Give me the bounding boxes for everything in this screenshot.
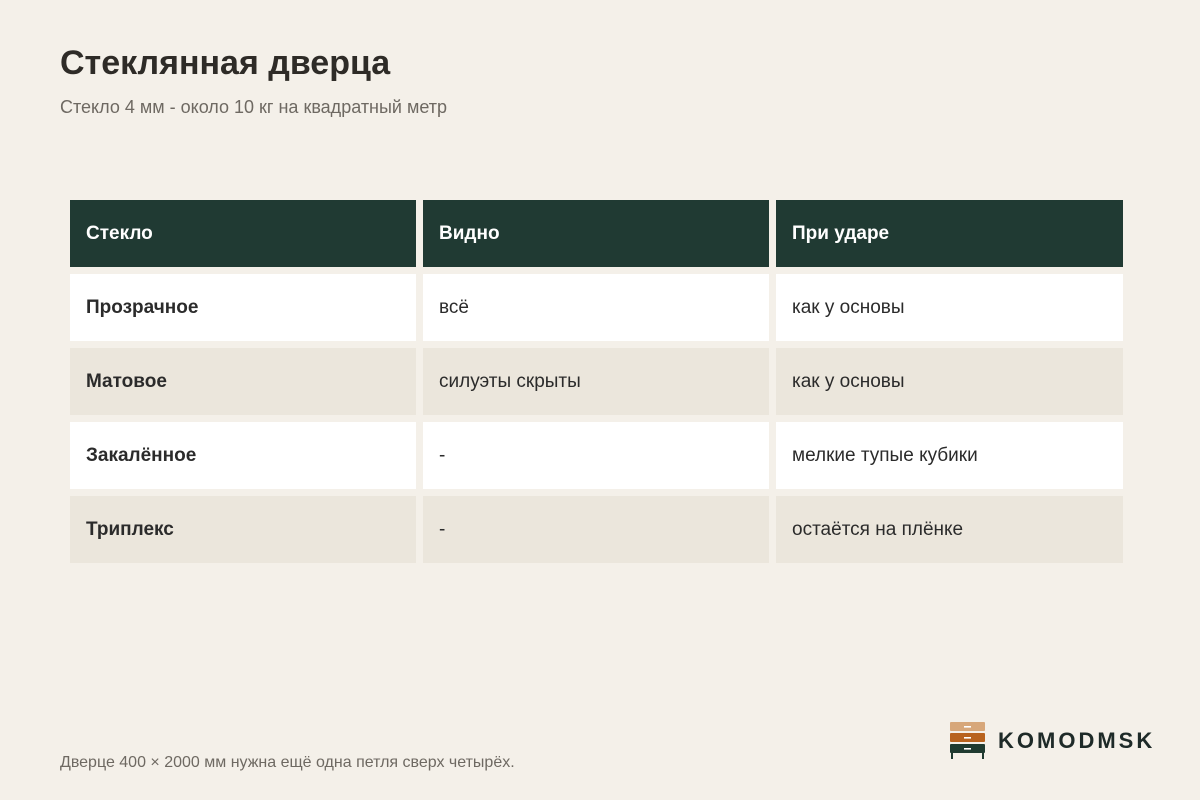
table-cell-glass-type: Триплекс: [70, 496, 416, 563]
table-cell-glass-type: Прозрачное: [70, 274, 416, 341]
table-cell-impact: как у основы: [776, 274, 1123, 341]
table-header-impact: При ударе: [776, 200, 1123, 267]
table-cell-impact: остаётся на плёнке: [776, 496, 1123, 563]
table-cell-visibility: силуэты скрыты: [423, 348, 769, 415]
glass-comparison-table: Стекло Видно При ударе Прозрачное всё ка…: [70, 200, 1123, 563]
table-cell-visibility: -: [423, 422, 769, 489]
table-header-visibility: Видно: [423, 200, 769, 267]
chest-of-drawers-icon: [950, 722, 985, 759]
page-subtitle: Стекло 4 мм - около 10 кг на квадратный …: [60, 97, 448, 117]
table-header-glass: Стекло: [70, 200, 416, 267]
brand-logo: KOMODMSK: [950, 722, 1155, 760]
table-cell-impact: мелкие тупые кубики: [776, 422, 1123, 489]
page-title: Стеклянная дверца: [60, 44, 391, 82]
brand-name: KOMODMSK: [998, 728, 1156, 753]
table-cell-visibility: -: [423, 496, 769, 563]
footnote: Дверце 400 × 2000 мм нужна ещё одна петл…: [60, 754, 515, 771]
table-cell-impact: как у основы: [776, 348, 1123, 415]
table-cell-glass-type: Матовое: [70, 348, 416, 415]
table-cell-glass-type: Закалённое: [70, 422, 416, 489]
table-cell-visibility: всё: [423, 274, 769, 341]
